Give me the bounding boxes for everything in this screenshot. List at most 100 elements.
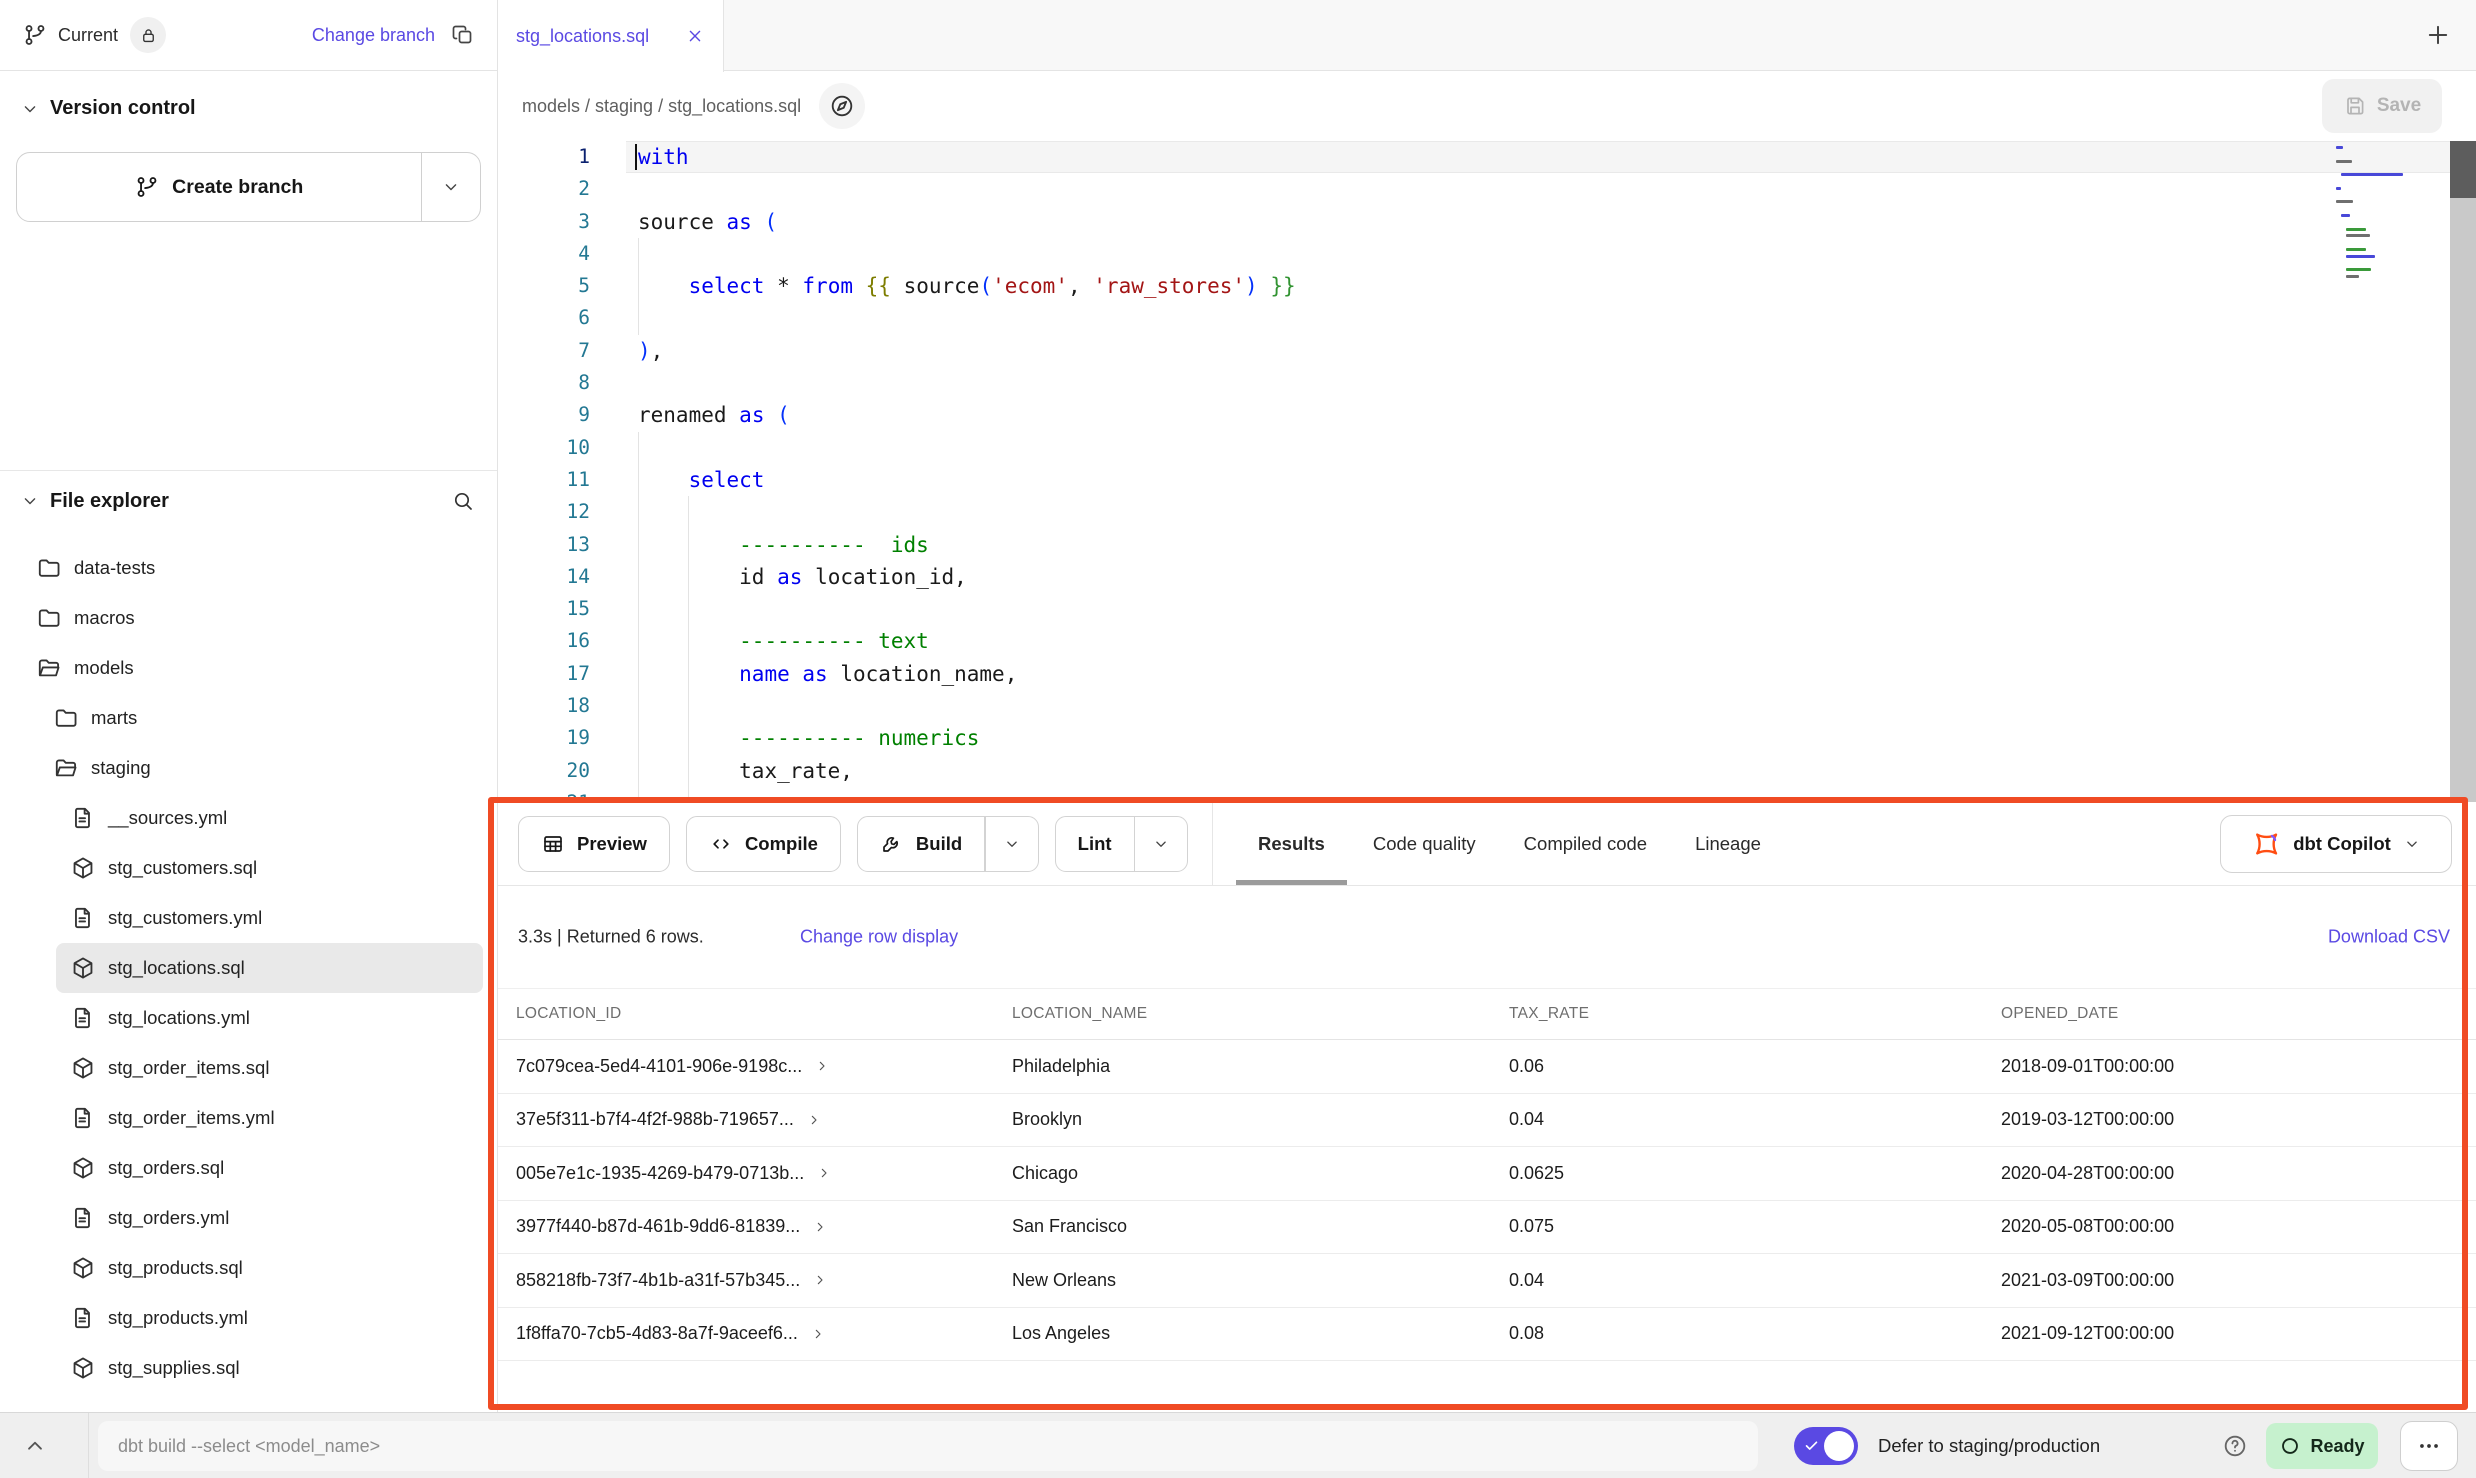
code-line-19[interactable]: 19 ---------- numerics [498,722,2476,754]
code-line-5[interactable]: 5 select * from {{ source('ecom', 'raw_s… [498,270,2476,302]
code-line-12[interactable]: 12 [498,496,2476,528]
code-line-17[interactable]: 17 name as location_name, [498,658,2476,690]
code-line-15[interactable]: 15 [498,593,2476,625]
line-number: 16 [498,625,590,657]
expand-row-icon[interactable] [812,1219,828,1235]
file-item-stg_locations.sql[interactable]: stg_locations.sql [56,943,483,993]
chevron-up-icon[interactable] [22,1433,48,1459]
download-csv-link[interactable]: Download CSV [2328,927,2450,948]
file-item-models[interactable]: models [0,643,497,693]
expand-row-icon[interactable] [814,1058,830,1074]
file-item-staging[interactable]: staging [0,743,497,793]
file-item-stg_orders.yml[interactable]: stg_orders.yml [0,1193,497,1243]
panel-tab-code-quality[interactable]: Code quality [1373,802,1476,885]
create-branch-dropdown[interactable] [422,153,480,221]
create-branch-button[interactable]: Create branch [16,152,481,222]
expand-row-icon[interactable] [812,1272,828,1288]
ready-status-badge[interactable]: Ready [2266,1423,2378,1469]
table-row-3[interactable]: 005e7e1c-1935-4269-b479-0713b...Chicago0… [498,1147,2476,1201]
preview-button[interactable]: Preview [518,816,670,872]
file-item-data-tests[interactable]: data-tests [0,543,497,593]
file-item-label: stg_products.yml [108,1307,248,1329]
code-line-20[interactable]: 20 tax_rate, [498,755,2476,787]
code-line-1[interactable]: 1with [498,141,2476,173]
line-number: 3 [498,206,590,238]
cell-tax_rate: 0.0625 [1509,1163,2001,1184]
table-row-2[interactable]: 37e5f311-b7f4-4f2f-988b-719657...Brookly… [498,1094,2476,1148]
table-row-4[interactable]: 3977f440-b87d-461b-9dd6-81839...San Fran… [498,1201,2476,1255]
search-icon[interactable] [451,489,475,513]
column-header-tax_rate: TAX_RATE [1509,1005,2001,1023]
change-branch-link[interactable]: Change branch [312,25,435,46]
indent-guide [688,787,689,802]
panel-tab-results[interactable]: Results [1258,802,1325,885]
file-item-stg_order_items.yml[interactable]: stg_order_items.yml [0,1093,497,1143]
copy-icon[interactable] [451,23,475,47]
table-row-6[interactable]: 1f8ffa70-7cb5-4d83-8a7f-9aceef6...Los An… [498,1308,2476,1362]
save-button[interactable]: Save [2322,79,2442,133]
minimap-line [2336,146,2343,149]
file-item-stg_products.yml[interactable]: stg_products.yml [0,1293,497,1343]
expand-row-icon[interactable] [806,1112,822,1128]
file-item-macros[interactable]: macros [0,593,497,643]
open-lineage-button[interactable] [819,83,865,129]
version-control-header[interactable]: Version control [0,71,497,120]
compile-button[interactable]: Compile [686,816,841,872]
panel-tab-lineage[interactable]: Lineage [1695,802,1761,885]
table-row-5[interactable]: 858218fb-73f7-4b1b-a31f-57b345...New Orl… [498,1254,2476,1308]
dbt-command-input[interactable]: dbt build --select <model_name> [98,1421,1758,1471]
more-options-button[interactable] [2400,1421,2458,1471]
code-line-13[interactable]: 13 ---------- ids [498,529,2476,561]
expand-row-icon[interactable] [810,1326,826,1342]
code-line-2[interactable]: 2 [498,173,2476,205]
code-line-10[interactable]: 10 [498,432,2476,464]
file-item-stg_supplies.sql[interactable]: stg_supplies.sql [0,1343,497,1393]
code-line-21[interactable]: 21 [498,787,2476,802]
code-line-8[interactable]: 8 [498,367,2476,399]
table-row-1[interactable]: 7c079cea-5ed4-4101-906e-9198c...Philadel… [498,1040,2476,1094]
file-item-stg_products.sql[interactable]: stg_products.sql [0,1243,497,1293]
create-branch-main[interactable]: Create branch [17,153,421,221]
chevron-down-icon [20,99,40,119]
code-line-14[interactable]: 14 id as location_id, [498,561,2476,593]
code-line-11[interactable]: 11 select [498,464,2476,496]
file-item-__sources.yml[interactable]: __sources.yml [0,793,497,843]
line-text: source as ( [638,206,777,238]
tab-stg-locations-sql[interactable]: stg_locations.sql [498,0,724,72]
build-dropdown[interactable] [986,817,1038,871]
close-icon[interactable] [685,26,705,46]
lint-button[interactable]: Lint [1055,816,1188,872]
file-item-stg_orders.sql[interactable]: stg_orders.sql [0,1143,497,1193]
lint-dropdown[interactable] [1135,817,1187,871]
table-header-row: LOCATION_IDLOCATION_NAMETAX_RATEOPENED_D… [498,988,2476,1040]
folder-icon [36,605,62,631]
code-line-16[interactable]: 16 ---------- text [498,625,2476,657]
location-id-text: 858218fb-73f7-4b1b-a31f-57b345... [516,1270,800,1291]
new-tab-icon[interactable] [2424,21,2452,49]
editor-minimap[interactable] [2336,146,2446,306]
file-item-label: stg_locations.sql [108,957,245,979]
file-item-stg_locations.yml[interactable]: stg_locations.yml [0,993,497,1043]
file-item-marts[interactable]: marts [0,693,497,743]
code-line-4[interactable]: 4 [498,238,2476,270]
code-editor[interactable]: 1with23 source as (45 select * from {{ so… [498,141,2476,802]
expand-row-icon[interactable] [816,1165,832,1181]
result-summary: 3.3s | Returned 6 rows. [518,927,704,948]
editor-scrollbar[interactable] [2450,141,2476,802]
defer-toggle[interactable] [1794,1427,1858,1465]
build-button[interactable]: Build [857,816,1039,872]
dbt-copilot-button[interactable]: dbt Copilot [2220,815,2452,873]
help-icon[interactable] [2222,1433,2248,1459]
file-item-stg_customers.sql[interactable]: stg_customers.sql [0,843,497,893]
code-line-3[interactable]: 3 source as ( [498,206,2476,238]
code-line-9[interactable]: 9renamed as ( [498,399,2476,431]
change-row-display-link[interactable]: Change row display [800,927,958,948]
code-line-7[interactable]: 7), [498,335,2476,367]
file-explorer-header[interactable]: File explorer [0,478,497,524]
scrollbar-thumb[interactable] [2450,141,2476,198]
file-item-stg_order_items.sql[interactable]: stg_order_items.sql [0,1043,497,1093]
panel-tab-compiled-code[interactable]: Compiled code [1524,802,1647,885]
file-item-stg_customers.yml[interactable]: stg_customers.yml [0,893,497,943]
code-line-6[interactable]: 6 [498,302,2476,334]
code-line-18[interactable]: 18 [498,690,2476,722]
